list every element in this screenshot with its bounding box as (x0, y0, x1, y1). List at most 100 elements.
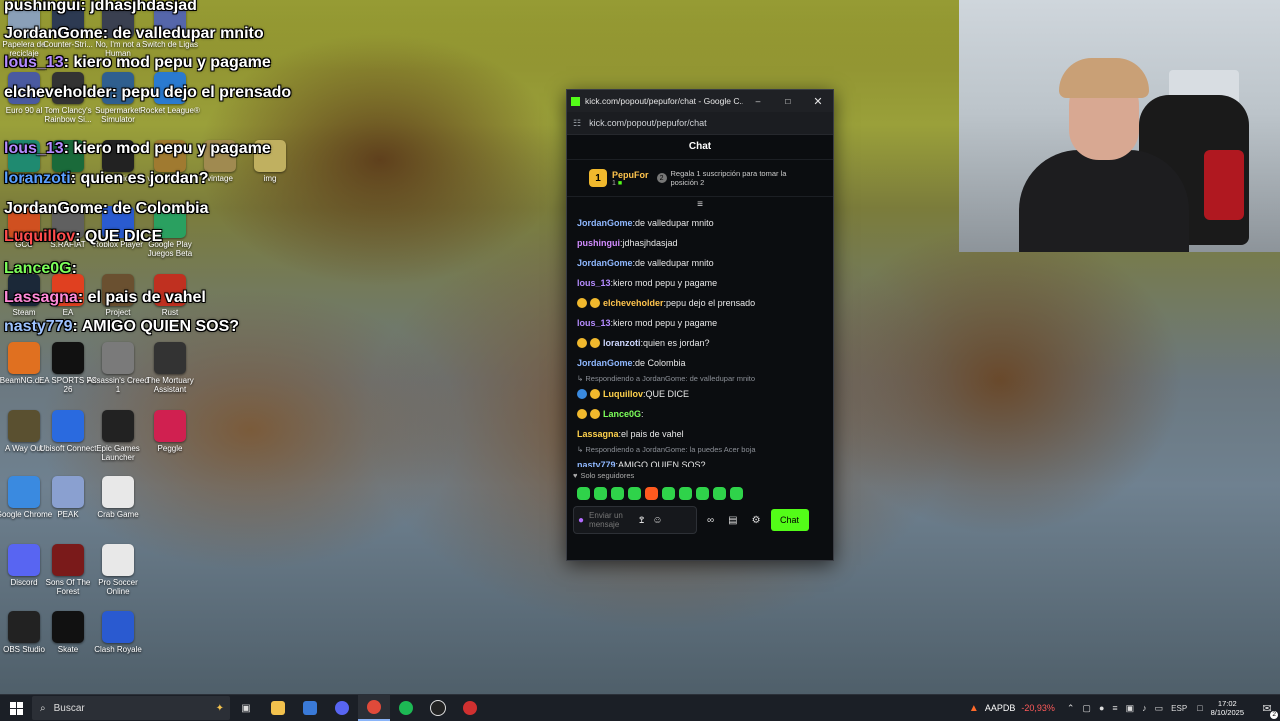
chat-username[interactable]: lous_13 (577, 317, 611, 329)
scroll-to-bottom-icon[interactable]: ≡ (567, 197, 833, 213)
settings-gear-icon[interactable]: ⚙ (752, 515, 761, 526)
emote-icon[interactable] (611, 486, 624, 500)
obs-taskbar-button[interactable] (422, 695, 454, 721)
badge-icon[interactable] (577, 409, 587, 419)
volume-icon[interactable]: ♪ (1142, 703, 1147, 713)
taskbar-search[interactable]: ⌕ Buscar ✦ (32, 696, 230, 720)
send-chat-button[interactable]: Chat (770, 509, 809, 531)
mic-icon[interactable]: ● (578, 515, 584, 526)
chat-message[interactable]: Luquillov: QUE DICE (567, 384, 833, 404)
chat-input[interactable]: ● Enviar un mensaje ߐ ☺ (573, 506, 697, 534)
chat-username[interactable]: JordanGome (577, 357, 633, 369)
desktop-icon[interactable]: Peggle (138, 410, 202, 453)
start-button[interactable] (0, 695, 32, 721)
overlay-username: lous_13 (4, 140, 64, 157)
overlay-username: Luquillov (4, 228, 76, 245)
chat-message[interactable]: nasty779: AMIGO QUIEN SOS? (567, 455, 833, 467)
chrome-taskbar-button[interactable] (358, 695, 390, 721)
emote-icon[interactable] (696, 486, 709, 500)
display-icon[interactable]: □ (1197, 703, 1202, 713)
chat-message[interactable]: loranzoti: quien es jordan? (567, 333, 833, 353)
emoji-icon[interactable]: ☺ (652, 515, 662, 526)
site-info-icon[interactable]: ☷ (573, 118, 581, 129)
emote-icon[interactable] (679, 486, 692, 500)
app-taskbar-button[interactable] (454, 695, 486, 721)
badge-icon[interactable] (590, 389, 600, 399)
emote-icon[interactable] (645, 486, 658, 500)
chat-message[interactable]: lous_13: kiero mod pepu y pagame (567, 313, 833, 333)
red-app-icon (463, 701, 477, 715)
language-indicator[interactable]: ESP (1171, 704, 1187, 713)
search-placeholder: Buscar (53, 702, 85, 714)
close-icon[interactable]: ✕ (803, 95, 833, 108)
shop-icon[interactable]: ▤ (728, 515, 737, 526)
chat-username[interactable]: nasty779 (577, 459, 616, 467)
overlay-chat-line: JordanGome: de Colombia (4, 200, 208, 218)
overlay-separator: : (80, 0, 91, 14)
maximize-icon[interactable]: □ (773, 96, 803, 106)
file-explorer-button[interactable] (262, 695, 294, 721)
chat-message[interactable]: lous_13: kiero mod pepu y pagame (567, 273, 833, 293)
minimize-icon[interactable]: – (743, 96, 773, 106)
overlay-message: pepu dejo el prensado (121, 84, 292, 101)
desktop-icon[interactable]: Clash Royale (86, 611, 150, 654)
chat-message[interactable]: JordanGome: de Colombia (567, 353, 833, 373)
app-icon (52, 476, 84, 508)
chat-username[interactable]: Luquillov (603, 388, 643, 400)
store-button[interactable] (294, 695, 326, 721)
chat-message[interactable]: Lassagna: el pais de vahel (567, 424, 833, 444)
desktop-icon-label: Rocket League® (140, 106, 200, 115)
emote-icon[interactable] (713, 486, 726, 500)
emote-icon[interactable] (730, 486, 743, 500)
discord-taskbar-button[interactable] (326, 695, 358, 721)
chat-username[interactable]: pushingui (577, 237, 620, 249)
notification-center-button[interactable]: ✉ 2 (1254, 695, 1280, 721)
chat-username[interactable]: elcheveholder (603, 297, 664, 309)
badge-icon[interactable] (590, 409, 600, 419)
address-bar[interactable]: ☷ kick.com/popout/pepufor/chat (567, 112, 833, 135)
desktop-icon[interactable]: The Mortuary Assistant (138, 342, 202, 394)
chat-message[interactable]: elcheveholder: pepu dejo el prensado (567, 293, 833, 313)
chat-username[interactable]: Lassagna (577, 428, 619, 440)
battery-icon[interactable]: ▭ (1155, 703, 1164, 714)
chat-message[interactable]: pushingui: jdhasjhdasjad (567, 233, 833, 253)
tray-app-icon[interactable]: ▢ (1082, 703, 1091, 714)
emote-icon[interactable] (577, 486, 590, 500)
overlay-chat-line: Luquillov: QUE DICE (4, 228, 162, 246)
chat-username[interactable]: JordanGome (577, 257, 633, 269)
emote-icon[interactable] (662, 486, 675, 500)
chat-message[interactable]: JordanGome: de valledupar mnito (567, 253, 833, 273)
spotify-icon (399, 701, 413, 715)
desktop-icon[interactable]: Crab Game (86, 476, 150, 519)
translate-icon[interactable]: ߐ (639, 515, 644, 526)
chat-message[interactable]: Lance0G: (567, 404, 833, 424)
overlay-chat-line: nasty779: AMIGO QUIEN SOS? (4, 318, 239, 336)
badge-icon[interactable] (590, 338, 600, 348)
chat-username[interactable]: loranzoti (603, 337, 641, 349)
chat-message[interactable]: JordanGome: de valledupar mnito (567, 213, 833, 233)
badge-icon[interactable] (590, 298, 600, 308)
desktop-icon[interactable]: Pro Soccer Online (86, 544, 150, 596)
microphone-icon[interactable]: ● (1099, 703, 1104, 713)
emote-icon[interactable] (628, 486, 641, 500)
stock-widget-icon[interactable]: ▲ (969, 703, 979, 714)
badge-icon[interactable] (577, 298, 587, 308)
reply-context: ↳ Respondiendo a JordanGome: de valledup… (567, 373, 833, 384)
badge-icon[interactable] (577, 338, 587, 348)
stock-ticker[interactable]: AAPDB (985, 703, 1016, 713)
chat-username[interactable]: lous_13 (577, 277, 611, 289)
spotify-taskbar-button[interactable] (390, 695, 422, 721)
desktop-icon-label: Crab Game (97, 510, 139, 519)
gift-prompt[interactable]: Regala 1 suscripción para tomar la posic… (671, 169, 811, 187)
chevron-up-icon[interactable]: ⌃ (1067, 703, 1075, 714)
task-view-button[interactable]: ▣ (230, 695, 262, 721)
network-icon[interactable]: ▣ (1126, 703, 1135, 714)
kicks-icon[interactable]: ∞ (707, 515, 714, 526)
emote-icon[interactable] (594, 486, 607, 500)
chat-username[interactable]: JordanGome (577, 217, 633, 229)
search-highlight-icon: ✦ (215, 702, 224, 714)
wifi-off-icon[interactable]: ≡ (1112, 703, 1117, 713)
badge-icon[interactable] (577, 389, 587, 399)
chat-username[interactable]: Lance0G (603, 408, 641, 420)
clock[interactable]: 17:02 8/10/2025 (1211, 699, 1244, 717)
